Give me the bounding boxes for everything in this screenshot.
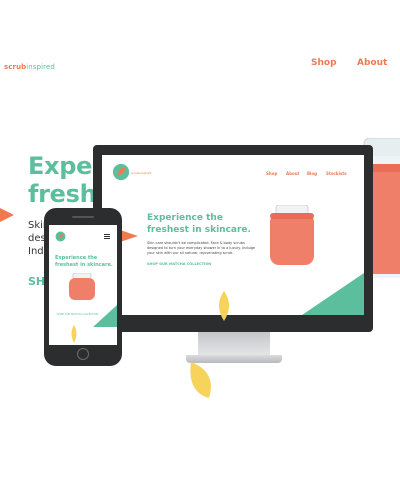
monitor-nav-stockists[interactable]: Stockists xyxy=(326,171,347,176)
site-logo[interactable]: scrubinspired xyxy=(4,63,55,71)
monitor-shop-cta[interactable]: SHOP OUR MATCHA COLLECTION xyxy=(147,262,211,266)
green-triangle-decoration xyxy=(302,273,364,315)
phone-speaker xyxy=(72,216,94,218)
phone-leaf-logo-icon xyxy=(55,231,66,242)
phone-screen: Experience the freshest in skincare. SHO… xyxy=(49,225,117,345)
orange-triangle-decoration xyxy=(0,208,14,222)
nav-link-about[interactable]: About xyxy=(357,58,387,68)
monitor-nav-about[interactable]: About xyxy=(286,171,299,176)
monitor-hero-description: Skin care shouldn't be complicated. Face… xyxy=(147,241,256,255)
phone-yellow-leaf-decoration xyxy=(71,325,77,343)
phone-hero-title: Experience the freshest in skincare. xyxy=(55,255,113,268)
monitor-nav-blog[interactable]: Blog xyxy=(307,171,317,176)
monitor-stand xyxy=(198,332,270,356)
phone-green-triangle-decoration xyxy=(93,305,117,327)
yellow-leaf-decoration xyxy=(219,291,229,321)
monitor-nav-shop[interactable]: Shop xyxy=(266,171,277,176)
monitor-jar-image xyxy=(270,205,314,265)
monitor-logo-text[interactable]: scrubinspired xyxy=(131,171,151,175)
phone-shop-cta[interactable]: SHOP OUR MATCHA COLLECTION xyxy=(57,313,98,316)
phone-jar-image xyxy=(69,273,95,300)
phone-home-button[interactable] xyxy=(77,348,89,360)
leaf-logo-icon xyxy=(112,163,130,181)
orange-triangle-decoration-2 xyxy=(120,230,138,242)
yellow-leaf-decoration-large xyxy=(190,362,211,398)
hamburger-menu-icon[interactable] xyxy=(104,234,110,239)
monitor-hero-title: Experience the freshest in skincare. xyxy=(147,213,251,235)
nav-link-shop[interactable]: Shop xyxy=(311,58,337,68)
